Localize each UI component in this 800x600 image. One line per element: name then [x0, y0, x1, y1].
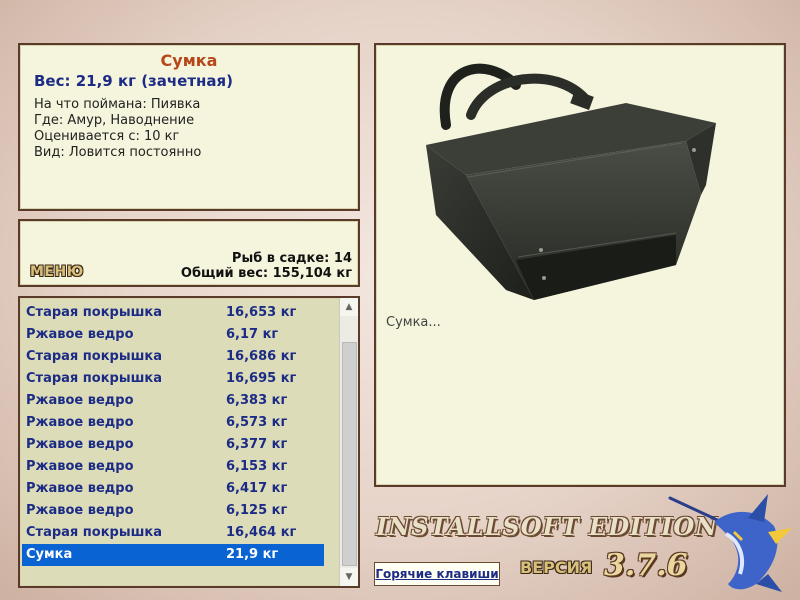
catch-info-panel: Сумка Вес: 21,9 кг (зачетная) На что пой… — [18, 43, 360, 211]
list-scrollbar[interactable]: ▲ ▼ — [339, 298, 358, 586]
item-weight: 16,686 кг — [226, 349, 297, 364]
catch-image-caption: Сумка... — [386, 315, 441, 330]
catch-location: Где: Амур, Наводнение — [34, 113, 195, 128]
scroll-down-arrow-icon[interactable]: ▼ — [340, 568, 358, 586]
list-item[interactable]: Ржавое ведро 6,17 кг — [22, 324, 324, 346]
version-label: ВЕРСИЯ — [520, 558, 593, 577]
catch-image-panel: Сумка... — [374, 43, 786, 487]
item-name: Ржавое ведро — [26, 437, 134, 452]
item-weight: 16,464 кг — [226, 525, 297, 540]
marlin-logo-icon — [668, 494, 792, 592]
scrollbar-thumb[interactable] — [342, 342, 357, 566]
item-name: Ржавое ведро — [26, 481, 134, 496]
hotkeys-button[interactable]: Горячие клавиши — [374, 562, 500, 586]
item-weight: 16,653 кг — [226, 305, 297, 320]
list-item[interactable]: Ржавое ведро 6,383 кг — [22, 390, 324, 412]
list-item[interactable]: Старая покрышка 16,464 кг — [22, 522, 324, 544]
scroll-up-arrow-icon[interactable]: ▲ — [340, 298, 358, 316]
item-weight: 21,9 кг — [226, 547, 279, 562]
catch-list[interactable]: Старая покрышка 16,653 кг Ржавое ведро 6,1… — [18, 296, 360, 588]
item-weight: 6,377 кг — [226, 437, 288, 452]
item-weight: 16,695 кг — [226, 371, 297, 386]
item-name: Ржавое ведро — [26, 327, 134, 342]
item-name: Старая покрышка — [26, 371, 162, 386]
catch-min-weight: Оценивается с: 10 кг — [34, 129, 180, 144]
list-item-selected[interactable]: Сумка 21,9 кг — [22, 544, 324, 566]
list-item[interactable]: Ржавое ведро 6,377 кг — [22, 434, 324, 456]
item-weight: 6,573 кг — [226, 415, 288, 430]
list-item[interactable]: Ржавое ведро 6,125 кг — [22, 500, 324, 522]
item-weight: 6,125 кг — [226, 503, 288, 518]
item-name: Ржавое ведро — [26, 415, 134, 430]
list-item[interactable]: Старая покрышка 16,695 кг — [22, 368, 324, 390]
fish-count: Рыб в садке: 14 — [231, 251, 352, 266]
item-weight: 6,417 кг — [226, 481, 288, 496]
menu-panel: МЕНЮ Рыб в садке: 14 Общий вес: 155,104 … — [18, 219, 360, 287]
list-item[interactable]: Старая покрышка 16,686 кг — [22, 346, 324, 368]
list-item[interactable]: Старая покрышка 16,653 кг — [22, 302, 324, 324]
list-item[interactable]: Ржавое ведро 6,417 кг — [22, 478, 324, 500]
item-name: Ржавое ведро — [26, 459, 134, 474]
catch-title: Сумка — [160, 51, 218, 70]
catch-list-rows: Старая покрышка 16,653 кг Ржавое ведро 6,1… — [22, 302, 324, 566]
catch-type: Вид: Ловится постоянно — [34, 145, 202, 160]
item-name: Старая покрышка — [26, 525, 162, 540]
item-name: Старая покрышка — [26, 305, 162, 320]
bag-picture — [426, 63, 716, 300]
item-weight: 6,383 кг — [226, 393, 288, 408]
item-name: Сумка — [26, 547, 73, 562]
total-weight: Общий вес: 155,104 кг — [180, 266, 352, 281]
list-item[interactable]: Ржавое ведро 6,573 кг — [22, 412, 324, 434]
item-name: Ржавое ведро — [26, 503, 134, 518]
list-item[interactable]: Ржавое ведро 6,153 кг — [22, 456, 324, 478]
item-name: Старая покрышка — [26, 349, 162, 364]
item-name: Ржавое ведро — [26, 393, 134, 408]
item-weight: 6,17 кг — [226, 327, 279, 342]
catch-weight: Вес: 21,9 кг (зачетная) — [34, 72, 234, 90]
item-weight: 6,153 кг — [226, 459, 288, 474]
menu-button[interactable]: МЕНЮ — [30, 264, 84, 280]
catch-bait: На что поймана: Пиявка — [34, 97, 201, 112]
